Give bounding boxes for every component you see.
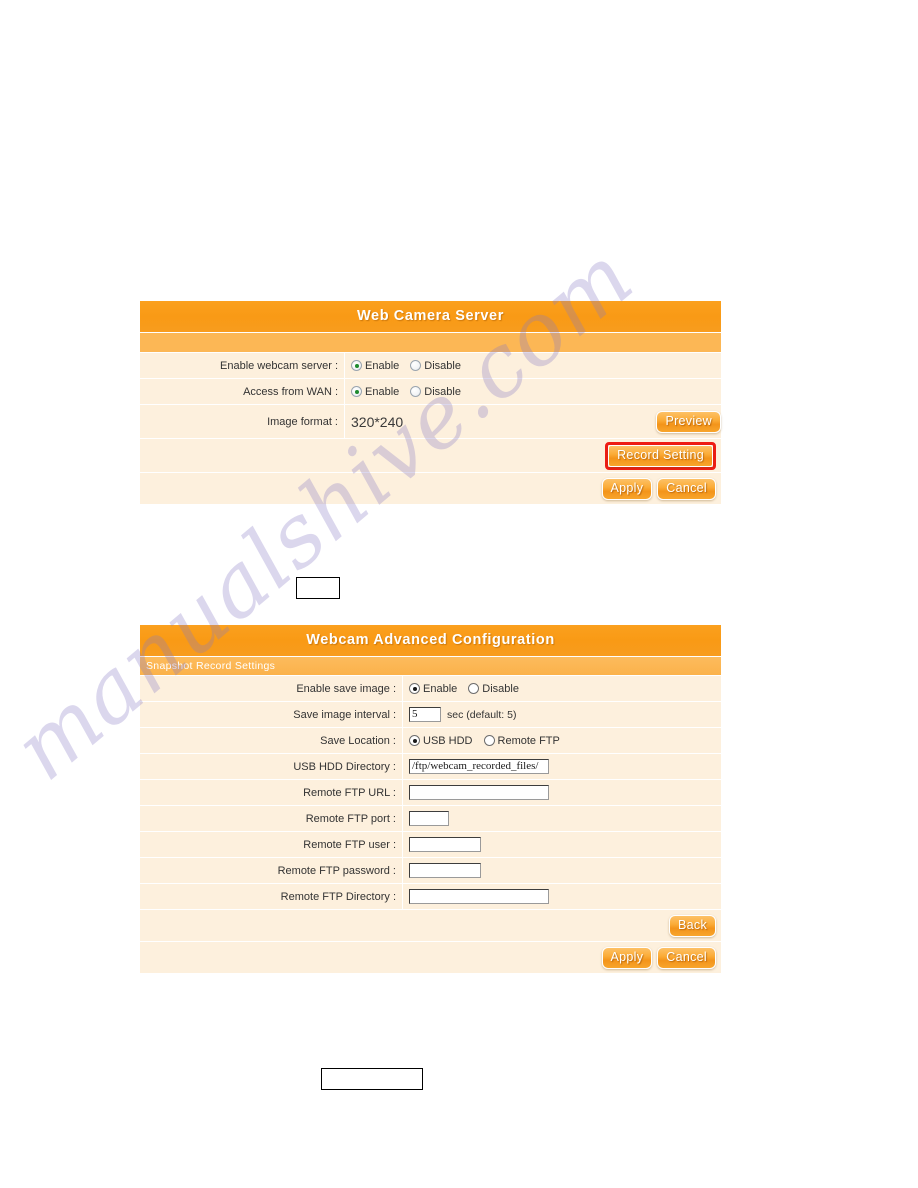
label-access-from-wan: Access from WAN :: [243, 385, 338, 398]
value-enable-webcam-server: Enable Disable: [345, 360, 721, 372]
label-remote-ftp-url: Remote FTP URL :: [303, 786, 396, 799]
record-setting-button[interactable]: Record Setting: [608, 444, 713, 467]
caption-placeholder-box-1: [296, 577, 340, 599]
cancel-button[interactable]: Cancel: [657, 477, 716, 500]
row-remote-ftp-directory: Remote FTP Directory :: [140, 883, 721, 909]
label-save-location: Save Location :: [320, 734, 396, 747]
row-save-image-interval: Save image interval : sec (default: 5): [140, 701, 721, 727]
record-setting-highlight-box: Record Setting: [605, 441, 716, 470]
radio-save-location-usb-hdd[interactable]: USB HDD: [409, 735, 473, 747]
apply-button[interactable]: Apply: [601, 477, 653, 500]
radio-dot-icon[interactable]: [351, 386, 362, 397]
radio-label: Enable: [365, 359, 400, 372]
panel-title-webcam-advanced-configuration: Webcam Advanced Configuration: [140, 625, 721, 656]
row-back-action: Back: [140, 909, 721, 941]
label-enable-save-image: Enable save image :: [296, 682, 396, 695]
value-remote-ftp-directory: [403, 889, 721, 904]
radio-save-location-remote-ftp[interactable]: Remote FTP: [483, 734, 560, 747]
label-remote-ftp-port: Remote FTP port :: [305, 812, 396, 825]
usb-hdd-directory-input[interactable]: [409, 759, 549, 774]
radio-label: Disable: [424, 359, 461, 372]
value-remote-ftp-url: [403, 785, 721, 800]
value-image-format: 320*240 Preview: [345, 410, 721, 433]
row-actions-advanced-config: Apply Cancel: [140, 941, 721, 973]
value-save-location: USB HDD Remote FTP: [403, 735, 721, 747]
apply-button[interactable]: Apply: [601, 946, 653, 969]
label-remote-ftp-directory: Remote FTP Directory :: [280, 890, 396, 903]
label-usb-hdd-directory: USB HDD Directory :: [293, 760, 396, 773]
radio-group-enable-webcam-server: Enable Disable: [351, 360, 461, 372]
radio-label: Disable: [482, 682, 519, 695]
radio-enable-webcam-server-enable[interactable]: Enable: [351, 360, 399, 372]
value-remote-ftp-port: [403, 811, 721, 826]
radio-enable-save-image-disable[interactable]: Disable: [468, 683, 519, 695]
remote-ftp-user-input[interactable]: [409, 837, 481, 852]
panel-webcam-advanced-configuration: Webcam Advanced Configuration Snapshot R…: [140, 625, 721, 973]
label-enable-webcam-server: Enable webcam server :: [220, 359, 338, 372]
caption-placeholder-box-2: [321, 1068, 423, 1090]
row-record-setting: Record Setting: [140, 438, 721, 472]
row-usb-hdd-directory: USB HDD Directory :: [140, 753, 721, 779]
remote-ftp-directory-input[interactable]: [409, 889, 549, 904]
radio-group-save-location: USB HDD Remote FTP: [409, 735, 560, 747]
value-back-action: Back: [403, 914, 721, 937]
radio-group-enable-save-image: Enable Disable: [409, 683, 519, 695]
cancel-button[interactable]: Cancel: [657, 946, 716, 969]
row-enable-save-image: Enable save image : Enable Disable: [140, 675, 721, 701]
radio-label: Remote FTP: [497, 734, 560, 747]
label-remote-ftp-user: Remote FTP user :: [303, 838, 396, 851]
radio-group-access-from-wan: Enable Disable: [351, 386, 461, 398]
image-format-value: 320*240: [351, 413, 404, 430]
panel-subbar-blank: [140, 332, 721, 352]
value-access-from-wan: Enable Disable: [345, 386, 721, 398]
row-access-from-wan: Access from WAN : Enable Disable: [140, 378, 721, 404]
radio-label: USB HDD: [423, 734, 473, 747]
value-save-image-interval: sec (default: 5): [403, 707, 721, 722]
radio-label: Enable: [365, 385, 400, 398]
label-remote-ftp-password: Remote FTP password :: [277, 864, 396, 877]
row-image-format: Image format : 320*240 Preview: [140, 404, 721, 438]
row-enable-webcam-server: Enable webcam server : Enable Disable: [140, 352, 721, 378]
radio-enable-save-image-enable[interactable]: Enable: [409, 683, 457, 695]
preview-button[interactable]: Preview: [656, 410, 721, 433]
radio-dot-icon[interactable]: [409, 735, 420, 746]
radio-dot-icon[interactable]: [351, 360, 362, 371]
row-remote-ftp-port: Remote FTP port :: [140, 805, 721, 831]
row-remote-ftp-url: Remote FTP URL :: [140, 779, 721, 805]
remote-ftp-url-input[interactable]: [409, 785, 549, 800]
row-actions-webcam-server: Apply Cancel: [140, 472, 721, 504]
radio-dot-icon[interactable]: [468, 683, 480, 694]
value-remote-ftp-user: [403, 837, 721, 852]
radio-dot-icon[interactable]: [410, 386, 422, 397]
save-image-interval-input[interactable]: [409, 707, 441, 722]
value-usb-hdd-directory: [403, 759, 721, 774]
value-remote-ftp-password: [403, 863, 721, 878]
panel-web-camera-server: Web Camera Server Enable webcam server :…: [140, 301, 721, 504]
value-actions-advanced-config: Apply Cancel: [403, 946, 721, 969]
radio-label: Enable: [423, 682, 458, 695]
radio-access-from-wan-enable[interactable]: Enable: [351, 386, 399, 398]
remote-ftp-port-input[interactable]: [409, 811, 449, 826]
remote-ftp-password-input[interactable]: [409, 863, 481, 878]
panel-title-web-camera-server: Web Camera Server: [140, 301, 721, 332]
radio-label: Disable: [424, 385, 461, 398]
radio-enable-webcam-server-disable[interactable]: Disable: [410, 360, 461, 372]
row-save-location: Save Location : USB HDD Remote FTP: [140, 727, 721, 753]
row-remote-ftp-user: Remote FTP user :: [140, 831, 721, 857]
value-actions-webcam-server: Apply Cancel: [345, 477, 721, 500]
value-enable-save-image: Enable Disable: [403, 683, 721, 695]
radio-dot-icon[interactable]: [483, 735, 495, 746]
radio-dot-icon[interactable]: [409, 683, 420, 694]
section-header-snapshot-record-settings: Snapshot Record Settings: [140, 656, 721, 675]
watermark-overlay: manualshive.com: [0, 0, 918, 1188]
label-image-format: Image format :: [267, 415, 338, 428]
back-button[interactable]: Back: [669, 914, 716, 937]
value-record-setting: Record Setting: [345, 441, 721, 470]
row-remote-ftp-password: Remote FTP password :: [140, 857, 721, 883]
radio-access-from-wan-disable[interactable]: Disable: [410, 386, 461, 398]
radio-dot-icon[interactable]: [410, 360, 422, 371]
label-save-image-interval: Save image interval :: [293, 708, 396, 721]
save-image-interval-suffix: sec (default: 5): [447, 708, 517, 721]
